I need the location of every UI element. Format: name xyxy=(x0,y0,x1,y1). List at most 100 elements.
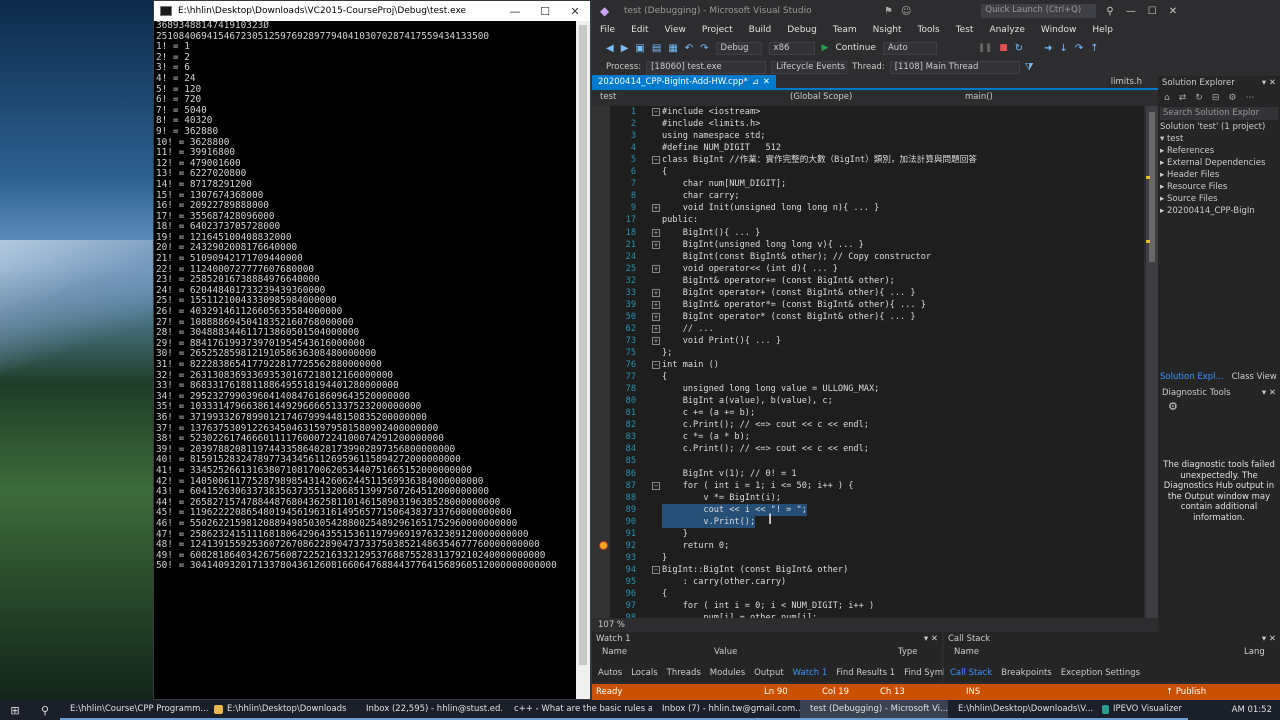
taskbar-item[interactable]: Inbox (22,595) - hhlin@stust.ed... xyxy=(356,700,504,720)
code-line[interactable]: 78 unsigned long long value = ULLONG_MAX… xyxy=(592,383,1144,395)
menu-item-view[interactable]: View xyxy=(665,25,686,35)
code-line[interactable]: 95 : carry(other.carry) xyxy=(592,576,1144,588)
step-out-icon[interactable]: ↑ xyxy=(1090,43,1098,54)
tree-item[interactable]: ▾ test xyxy=(1158,133,1280,145)
tab-output[interactable]: Output xyxy=(754,668,784,678)
console-window[interactable]: E:\hhlin\Desktop\Downloads\VC2015-Course… xyxy=(153,0,591,700)
callstack-col-name[interactable]: Name xyxy=(954,647,1244,657)
taskbar-item[interactable]: E:\hhlin\Desktop\Downloads xyxy=(208,700,356,720)
continue-icon[interactable]: ▶ xyxy=(822,43,829,53)
code-line[interactable]: 86 BigInt v(1); // 0! = 1 xyxy=(592,468,1144,480)
code-line[interactable]: 80 BigInt a(value), b(value), c; xyxy=(592,395,1144,407)
expand-icon[interactable]: + xyxy=(652,228,660,237)
collapse-icon[interactable]: − xyxy=(652,361,660,370)
close-icon[interactable]: ▾ ✕ xyxy=(924,634,942,644)
expand-icon[interactable]: + xyxy=(652,324,660,333)
expand-icon[interactable]: + xyxy=(652,312,660,321)
code-line[interactable]: 17 public: xyxy=(592,214,1144,226)
taskbar-item[interactable]: E:\hhlin\Course\CPP Programm... xyxy=(60,700,208,720)
code-line[interactable]: 98 num[i] = other.num[i]; xyxy=(592,612,1144,618)
close-icon[interactable]: ▾ ✕ xyxy=(1262,634,1280,644)
menu-item-edit[interactable]: Edit xyxy=(631,25,648,35)
close-icon[interactable]: ✕ xyxy=(1169,6,1177,17)
code-text-area[interactable]: 1− #include <iostream> 2 #include <limits.h… xyxy=(592,106,1144,618)
taskbar-item[interactable]: IPEVO Visualizer xyxy=(1096,700,1188,720)
solution-search-input[interactable]: Search Solution Explor xyxy=(1160,107,1278,120)
code-line[interactable]: 97 for ( int i = 0; i < NUM_DIGIT; i++ ) xyxy=(592,600,1144,612)
forward-icon[interactable]: ▶ xyxy=(621,43,629,54)
code-line[interactable]: 73 + void Print(){ ... } xyxy=(592,335,1144,347)
properties-icon[interactable]: ⚙ xyxy=(1228,93,1236,103)
expand-icon[interactable]: + xyxy=(652,240,660,249)
save-icon[interactable]: ▦ xyxy=(668,43,677,54)
code-line[interactable]: 4 #define NUM_DIGIT 512 xyxy=(592,142,1144,154)
show-next-statement-icon[interactable]: ➜ xyxy=(1044,43,1052,54)
code-line[interactable]: 87 − for ( int i = 1; i <= 50; i++ ) { xyxy=(592,480,1144,492)
back-icon[interactable]: ◀ xyxy=(606,43,614,54)
menu-item-project[interactable]: Project xyxy=(702,25,733,35)
code-line[interactable]: 8 char carry; xyxy=(592,190,1144,202)
tree-item[interactable]: ▸ 20200414_CPP-BigIn xyxy=(1158,205,1280,217)
code-line[interactable]: 2 #include <limits.h> xyxy=(592,118,1144,130)
code-line[interactable]: 33 + BigInt operator+ (const BigInt& othe… xyxy=(592,287,1144,299)
tab-limits-h[interactable]: limits.h xyxy=(1111,77,1158,87)
code-line[interactable]: 5 − class BigInt //作業：實作完整的大數（BigInt）類別，加法… xyxy=(592,154,1144,166)
tab-solution-explorer[interactable]: Solution Expl... xyxy=(1160,372,1224,382)
platform-select[interactable]: x86 xyxy=(768,41,815,55)
watch-col-type[interactable]: Type xyxy=(898,647,918,657)
filter-icon[interactable]: ⧩ xyxy=(1025,62,1034,73)
code-line[interactable]: 25 + void operator<< (int d){ ... } xyxy=(592,263,1144,275)
code-line[interactable]: 94 − BigInt::BigInt (const BigInt& other) xyxy=(592,564,1144,576)
feedback-icon[interactable]: ☺ xyxy=(901,6,911,17)
expand-icon[interactable]: + xyxy=(652,204,660,213)
callstack-col-lang[interactable]: Lang xyxy=(1244,647,1265,657)
thread-select[interactable]: [1108] Main Thread xyxy=(889,60,1020,74)
undo-icon[interactable]: ↶ xyxy=(685,43,693,54)
menu-item-build[interactable]: Build xyxy=(749,25,772,35)
code-line[interactable]: 21 + BigInt(unsigned long long v){ ... } xyxy=(592,239,1144,251)
maximize-icon[interactable]: ☐ xyxy=(1148,6,1157,17)
continue-button[interactable]: Continue xyxy=(835,43,875,53)
tab-autos[interactable]: Autos xyxy=(598,668,622,678)
code-line[interactable]: 89 cout << i << "! = "; xyxy=(592,503,1144,516)
console-scroll-thumb[interactable] xyxy=(579,25,587,665)
menu-item-tools[interactable]: Tools xyxy=(918,25,940,35)
sync-icon[interactable]: ⇄ xyxy=(1179,93,1187,103)
code-line[interactable]: 39 + BigInt& operator*= (const BigInt& ot… xyxy=(592,299,1144,311)
vs-titlebar[interactable]: ◆ test (Debugging) - Microsoft Visual St… xyxy=(592,0,1280,22)
code-line[interactable]: 81 c += (a += b); xyxy=(592,407,1144,419)
menu-item-help[interactable]: Help xyxy=(1092,25,1113,35)
more-icon[interactable]: ⋯ xyxy=(1245,93,1254,103)
maximize-icon[interactable]: ☐ xyxy=(530,5,560,18)
tab-threads[interactable]: Threads xyxy=(667,668,701,678)
expand-icon[interactable]: + xyxy=(652,336,660,345)
close-tab-icon[interactable]: ✕ xyxy=(763,75,770,89)
tree-item[interactable]: ▸ External Dependencies xyxy=(1158,157,1280,169)
tree-item[interactable]: ▸ References xyxy=(1158,145,1280,157)
close-icon[interactable]: ▾ ✕ xyxy=(1262,78,1280,88)
tab-watch-1[interactable]: Watch 1 xyxy=(793,668,828,678)
minimize-icon[interactable]: — xyxy=(500,5,530,18)
code-line[interactable]: 84 c.Print(); // <=> cout << c << endl; xyxy=(592,443,1144,455)
expand-icon[interactable]: + xyxy=(652,300,660,309)
tab-exception-settings[interactable]: Exception Settings xyxy=(1061,668,1140,678)
clock[interactable]: AM 01:52 xyxy=(1232,705,1272,715)
process-select[interactable]: [18060] test.exe xyxy=(646,60,767,74)
project-dropdown[interactable]: test xyxy=(600,92,790,102)
menu-item-debug[interactable]: Debug xyxy=(787,25,817,35)
code-line[interactable]: 88 v *= BigInt(i); xyxy=(592,492,1144,504)
code-line[interactable]: 96 { xyxy=(592,588,1144,600)
collapse-icon[interactable]: ⊟ xyxy=(1212,93,1220,103)
search-icon[interactable]: ⚲ xyxy=(1106,6,1113,17)
code-line[interactable]: 92 return 0; xyxy=(592,540,1144,552)
zoom-level[interactable]: 107 % xyxy=(598,620,625,630)
code-line[interactable]: 83 c *= (a * b); xyxy=(592,431,1144,443)
tab-modules[interactable]: Modules xyxy=(710,668,745,678)
stop-icon[interactable]: ■ xyxy=(999,43,1008,53)
tree-item[interactable]: ▸ Header Files xyxy=(1158,169,1280,181)
taskbar-item[interactable]: c++ - What are the basic rules a... xyxy=(504,700,652,720)
collapse-icon[interactable]: − xyxy=(652,156,660,165)
home-icon[interactable]: ⌂ xyxy=(1164,93,1170,103)
taskbar-item[interactable]: E:\hhlin\Desktop\Downloads\V... xyxy=(948,700,1096,720)
tab-call-stack[interactable]: Call Stack xyxy=(950,668,992,678)
